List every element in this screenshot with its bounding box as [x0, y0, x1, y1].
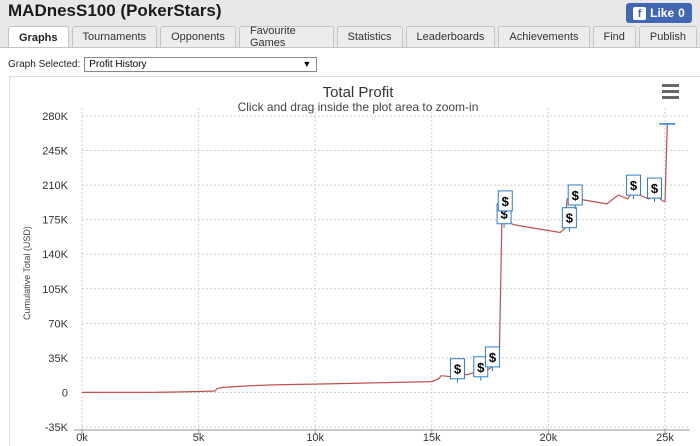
y-tick-label: 140K [42, 249, 68, 261]
cashout-marker[interactable]: $ [484, 346, 500, 371]
cashout-marker-label: $ [651, 181, 659, 196]
y-axis-label: Cumulative Total (USD) [22, 226, 32, 320]
x-tick-label: 5k [193, 432, 205, 444]
marker-layer[interactable]: $ $$$$$$$ $ [449, 174, 663, 383]
cashout-marker-label: $ [572, 188, 580, 203]
y-tick-label: 105K [42, 284, 68, 296]
y-tick-label: 70K [48, 318, 68, 330]
chart-subtitle: Click and drag inside the plot area to z… [238, 100, 479, 114]
cashout-marker[interactable]: $ [449, 358, 465, 383]
cashout-marker-label: $ [489, 350, 497, 365]
axis-tick-labels: -35K 0 35K 70K 105K 140K 175K 210K 245K 280K 0k 5k 1… [42, 111, 674, 444]
profit-chart[interactable]: Total Profit Click and drag inside the p… [0, 0, 700, 446]
x-tick-label: 15k [423, 432, 441, 444]
cashout-marker-label: $ [630, 178, 638, 193]
cashout-marker[interactable]: $ [626, 174, 642, 200]
x-tick-label: 20k [540, 432, 558, 444]
cashout-marker-label: $ [454, 362, 462, 377]
series-layer [82, 123, 676, 393]
cashout-marker[interactable]: $ [647, 177, 663, 203]
x-tick-label: 10k [306, 432, 324, 444]
cashout-marker-label: $ [566, 211, 574, 226]
y-tick-label: 0 [62, 387, 68, 399]
chart-gridlines [81, 108, 690, 430]
cashout-marker[interactable]: $ [567, 184, 583, 209]
y-tick-label: 175K [42, 215, 68, 227]
chart-title: Total Profit [323, 84, 395, 101]
cashout-marker[interactable]: $ [497, 190, 513, 215]
chart-menu-icon[interactable] [662, 84, 679, 99]
chart-axes [74, 429, 690, 435]
x-tick-label: 25k [656, 432, 674, 444]
y-tick-label: -35K [45, 422, 69, 434]
x-tick-label: 0k [76, 432, 88, 444]
y-tick-label: 35K [48, 353, 68, 365]
y-tick-label: 280K [42, 111, 68, 123]
cashout-marker[interactable]: $ [561, 207, 577, 232]
profit-series-line [82, 123, 668, 393]
y-tick-label: 210K [42, 180, 68, 192]
y-tick-label: 245K [42, 146, 68, 158]
cashout-marker-label: $ [502, 194, 510, 209]
cashout-marker-label: $ [477, 360, 485, 375]
